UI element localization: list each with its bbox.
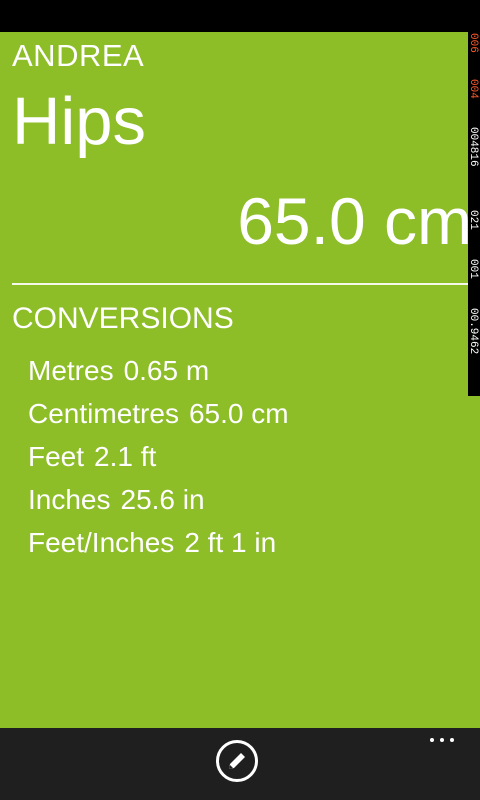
frame-rate-counter-graphic: 006 004 004816 021 001 00.9462 — [468, 32, 480, 396]
debug-counter-2: 004 — [468, 79, 479, 99]
conversion-value: 0.65 m — [123, 355, 210, 386]
measurement-page: ANDREA Hips 65.0 cm CONVERSIONS Metres 0.… — [0, 32, 480, 728]
measurement-value: 65.0 cm — [237, 184, 472, 258]
conversion-row-feet: Feet 2.1 ft — [28, 440, 289, 483]
conversions-list: Metres 0.65 m Centimetres 65.0 cm Feet 2.1 … — [28, 354, 289, 569]
pencil-icon — [229, 753, 245, 769]
frame-rate-counter: 006 004 004816 021 001 00.9462 — [468, 32, 480, 396]
status-bar — [0, 0, 480, 32]
debug-counter-3: 004816 — [468, 127, 479, 167]
ellipsis-icon — [430, 738, 434, 742]
conversion-unit: Inches — [28, 484, 111, 515]
profile-name: ANDREA — [12, 38, 145, 73]
edit-button[interactable] — [216, 740, 258, 782]
debug-counter-4: 021 — [468, 210, 479, 230]
conversion-row-metres: Metres 0.65 m — [28, 354, 289, 397]
conversion-row-feet-inches: Feet/Inches 2 ft 1 in — [28, 526, 289, 569]
conversion-unit: Metres — [28, 355, 114, 386]
ellipsis-icon — [450, 738, 454, 742]
conversion-row-inches: Inches 25.6 in — [28, 483, 289, 526]
ellipsis-icon — [440, 738, 444, 742]
conversion-unit: Feet/Inches — [28, 527, 175, 558]
conversion-value: 25.6 in — [120, 484, 205, 515]
conversion-unit: Centimetres — [28, 398, 179, 429]
conversion-value: 2.1 ft — [94, 441, 157, 472]
conversion-value: 2 ft 1 in — [184, 527, 277, 558]
conversions-heading: CONVERSIONS — [12, 302, 234, 335]
measurement-title: Hips — [12, 84, 147, 159]
conversion-unit: Feet — [28, 441, 85, 472]
conversion-value: 65.0 cm — [188, 398, 289, 429]
app-bar — [0, 728, 480, 800]
debug-counter-6: 00.9462 — [468, 308, 479, 354]
more-options-button[interactable] — [430, 734, 456, 748]
debug-counter-5: 001 — [468, 259, 479, 279]
debug-counter-1: 006 — [468, 33, 479, 53]
divider — [12, 283, 468, 285]
conversion-row-centimetres: Centimetres 65.0 cm — [28, 397, 289, 440]
